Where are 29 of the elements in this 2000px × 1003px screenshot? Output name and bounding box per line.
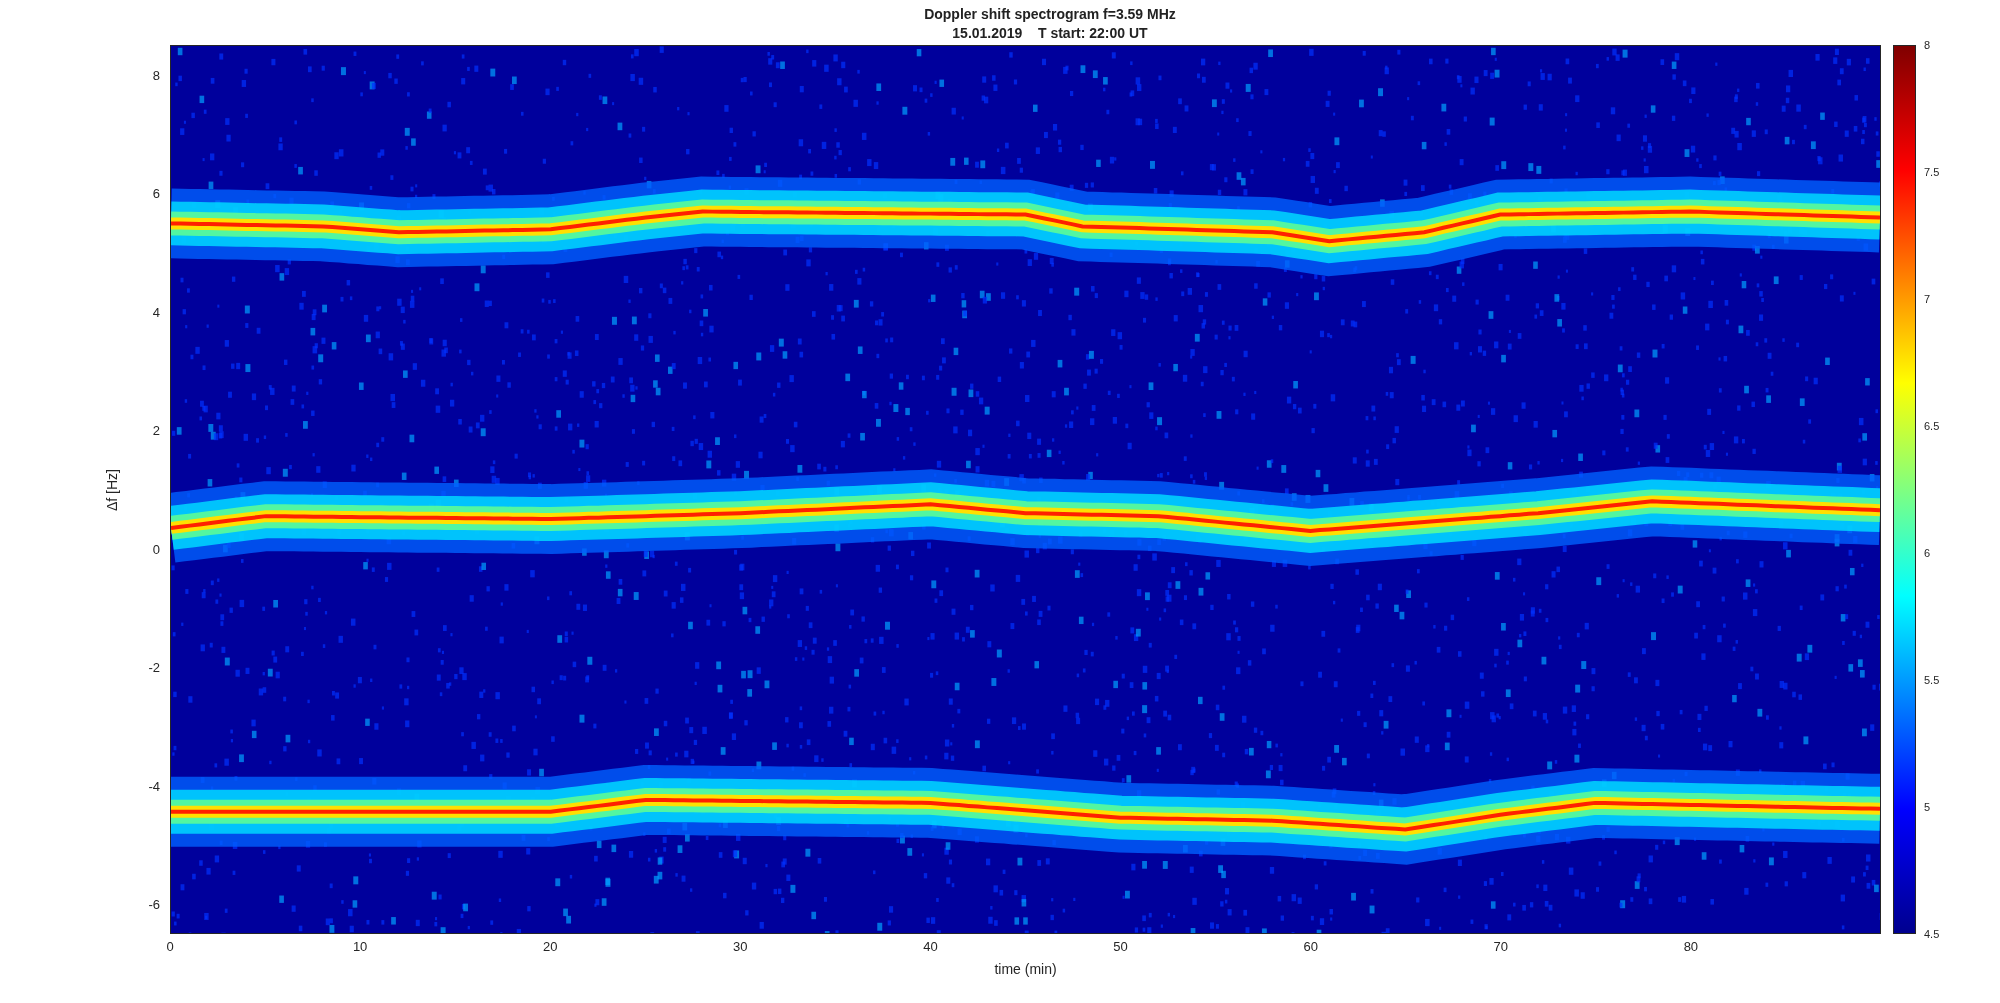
x-axis-label: time (min) [994, 961, 1057, 977]
colorbar-tick-label: 7.5 [1924, 166, 1940, 178]
y-tick-label: -6 [148, 896, 160, 912]
x-tick-label: 0 [166, 939, 174, 954]
colorbar-tick-label: 6.5 [1924, 420, 1940, 432]
y-tick-label: 2 [152, 422, 160, 438]
colorbar-tick-label: 5 [1924, 801, 1931, 813]
x-tick-label: 60 [1303, 939, 1318, 954]
x-tick-label: 30 [733, 939, 748, 954]
x-tick-label: 50 [1113, 939, 1128, 954]
y-tick-label: 6 [152, 185, 160, 201]
x-tick-label: 10 [352, 939, 368, 954]
y-tick-label: 4 [152, 304, 160, 320]
x-tick-label: 20 [543, 939, 558, 954]
chart-title: 15.01.2019 T start: 22:00 UT [952, 24, 1148, 43]
colorbar-tick-label: 5.5 [1924, 674, 1940, 686]
x-tick-label: 70 [1493, 939, 1508, 954]
x-tick-label: 80 [1683, 939, 1699, 954]
y-tick-label: -2 [148, 659, 160, 675]
x-tick-label: 40 [923, 939, 938, 954]
y-tick-label: -4 [148, 778, 160, 794]
colorbar-tick-label: 8 [1924, 39, 1931, 51]
colorbar-tick-label: 4.5 [1924, 928, 1940, 940]
colorbar-tick-label: 7 [1924, 293, 1931, 305]
y-tick-label: 0 [152, 541, 160, 557]
y-tick-label: 8 [152, 67, 160, 83]
chart-title: Doppler shift spectrogram f=3.59 MHz [924, 5, 1176, 24]
colorbar-tick-label: 6 [1924, 547, 1931, 559]
y-axis-label: Δf [Hz] [104, 468, 120, 511]
